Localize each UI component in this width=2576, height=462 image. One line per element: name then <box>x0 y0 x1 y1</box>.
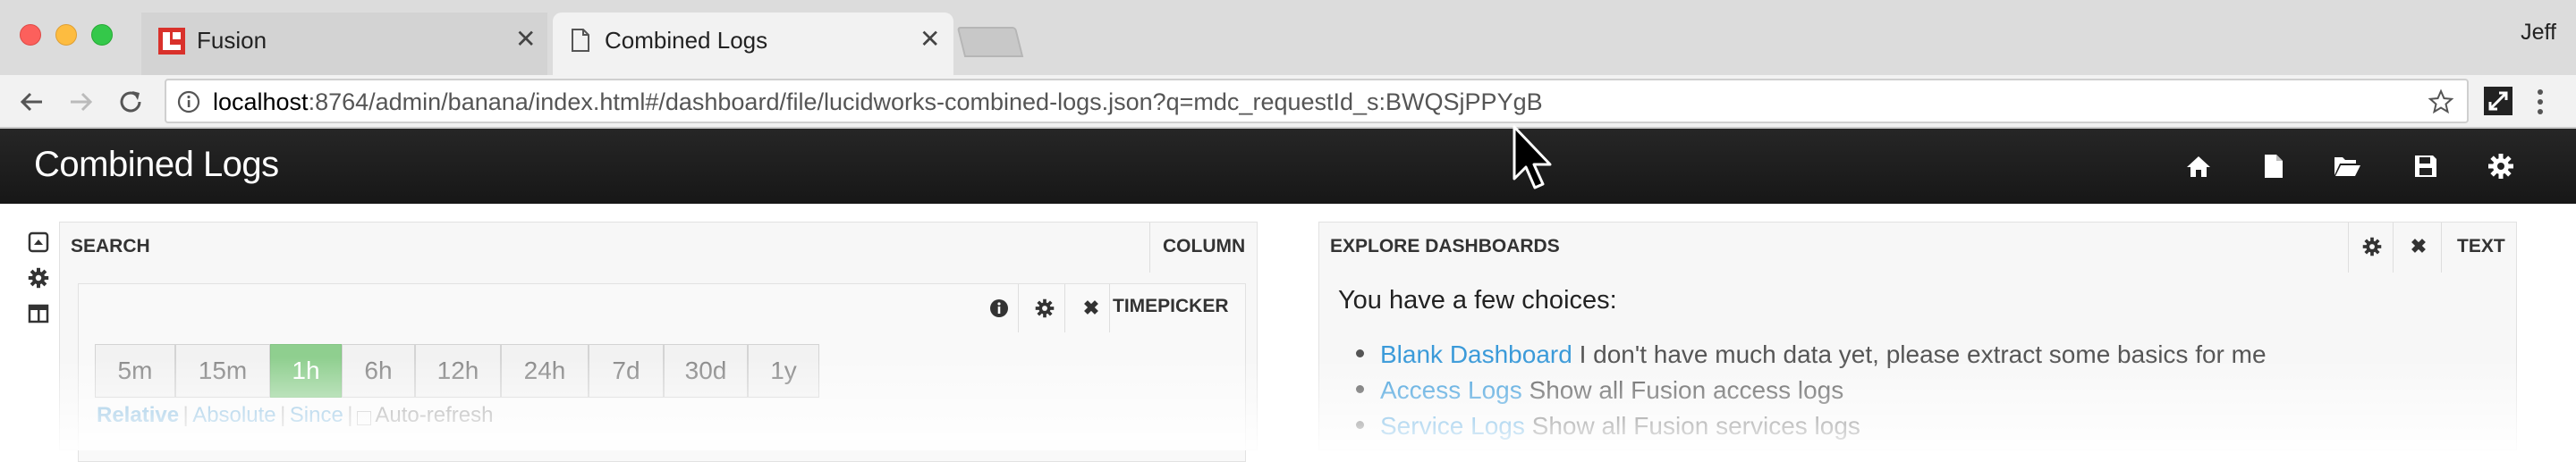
timepicker-modes: Relative | Absolute | Since | Auto-refre… <box>97 403 494 427</box>
open-folder-icon[interactable] <box>2333 152 2361 181</box>
gear-icon[interactable] <box>2487 152 2515 181</box>
panel-type-label: TIMEPICKER <box>1113 296 1229 316</box>
new-file-icon[interactable] <box>2259 152 2288 181</box>
back-arrow-icon <box>20 92 42 112</box>
list-item: Blank Dashboard I don't have much data y… <box>1356 340 2267 369</box>
range-button-1h[interactable]: 1h <box>270 344 342 398</box>
list-item-description: I don't have much data yet, please extra… <box>1572 340 2267 368</box>
bookmark-star-icon[interactable] <box>2428 88 2454 120</box>
document-icon <box>571 28 590 57</box>
extension-icon[interactable] <box>2483 86 2513 121</box>
new-tab-button[interactable] <box>956 27 1024 57</box>
range-button-12h[interactable]: 12h <box>415 344 501 398</box>
panel-title: EXPLORE DASHBOARDS <box>1330 236 1560 256</box>
url-text[interactable]: localhost:8764/admin/banana/index.html#/… <box>213 88 1543 116</box>
range-button-15m[interactable]: 15m <box>175 344 270 398</box>
divider <box>1018 284 1019 332</box>
access-logs-link[interactable]: Access Logs <box>1380 376 1522 404</box>
close-window-button[interactable] <box>20 24 41 46</box>
list-item-description: Show all Fusion services logs <box>1524 412 1860 440</box>
tab-combined-logs[interactable]: Combined Logs ✕ <box>553 13 953 75</box>
list-item: Access Logs Show all Fusion access logs <box>1356 376 1843 405</box>
tab-label: Combined Logs <box>605 27 768 54</box>
range-button-24h[interactable]: 24h <box>501 344 589 398</box>
range-button-7d[interactable]: 7d <box>589 344 664 398</box>
browser-toolbar: localhost:8764/admin/banana/index.html#/… <box>0 75 2576 129</box>
range-button-1y[interactable]: 1y <box>748 344 819 398</box>
close-icon[interactable]: ✖ <box>2403 231 2434 262</box>
range-button-30d[interactable]: 30d <box>664 344 748 398</box>
panel-type-label: COLUMN <box>1163 236 1246 256</box>
back-button[interactable] <box>13 82 52 122</box>
gear-icon[interactable] <box>2357 231 2387 262</box>
app-navbar: Combined Logs <box>0 129 2576 204</box>
explore-intro-text: You have a few choices: <box>1338 286 1617 315</box>
info-icon[interactable] <box>177 90 200 118</box>
divider <box>2441 223 2442 273</box>
forward-button[interactable] <box>61 82 100 122</box>
menu-kebab-icon[interactable] <box>2535 88 2546 121</box>
address-bar[interactable]: localhost:8764/admin/banana/index.html#/… <box>165 79 2469 123</box>
blank-dashboard-link[interactable]: Blank Dashboard <box>1380 340 1572 368</box>
mode-relative-link[interactable]: Relative <box>97 403 179 427</box>
close-icon[interactable]: ✕ <box>515 24 536 54</box>
fusion-logo-icon <box>157 27 186 60</box>
maximize-window-button[interactable] <box>91 24 113 46</box>
home-icon[interactable] <box>2184 152 2213 181</box>
profile-name[interactable]: Jeff <box>2521 20 2556 46</box>
divider <box>1149 223 1150 273</box>
gear-icon[interactable] <box>1030 293 1060 323</box>
info-icon[interactable] <box>984 293 1014 323</box>
range-button-6h[interactable]: 6h <box>342 344 415 398</box>
forward-arrow-icon <box>71 92 93 112</box>
list-item: Service Logs Show all Fusion services lo… <box>1356 412 1860 441</box>
divider <box>1064 284 1065 332</box>
close-icon[interactable]: ✕ <box>919 24 940 54</box>
browser-tab-bar: Fusion ✕ Combined Logs ✕ Jeff <box>0 0 2576 75</box>
save-icon[interactable] <box>2411 152 2440 181</box>
auto-refresh-checkbox[interactable] <box>356 410 371 425</box>
url-host: localhost <box>213 88 309 115</box>
panel-title: SEARCH <box>71 236 150 256</box>
gear-icon[interactable] <box>27 266 50 290</box>
divider <box>1109 284 1110 332</box>
columns-icon[interactable] <box>27 302 50 325</box>
divider <box>2348 223 2349 273</box>
list-item-description: Show all Fusion access logs <box>1521 376 1844 404</box>
mode-since-link[interactable]: Since <box>290 403 343 427</box>
mode-absolute-link[interactable]: Absolute <box>192 403 275 427</box>
minimize-window-button[interactable] <box>55 24 77 46</box>
panel-type-label: TEXT <box>2457 236 2505 256</box>
mouse-cursor-icon <box>1512 125 1553 197</box>
auto-refresh-label: Auto-refresh <box>375 403 494 427</box>
url-path: :8764/admin/banana/index.html#/dashboard… <box>308 88 1543 115</box>
page-title: Combined Logs <box>34 145 279 184</box>
service-logs-link[interactable]: Service Logs <box>1380 412 1525 440</box>
collapse-up-icon[interactable] <box>27 231 50 254</box>
reload-button[interactable] <box>111 82 150 122</box>
range-button-5m[interactable]: 5m <box>95 344 175 398</box>
tab-label: Fusion <box>197 27 267 54</box>
tab-fusion[interactable]: Fusion ✕ <box>141 13 547 75</box>
reload-icon <box>120 91 141 113</box>
divider <box>2393 223 2394 273</box>
close-icon[interactable]: ✖ <box>1076 293 1106 323</box>
